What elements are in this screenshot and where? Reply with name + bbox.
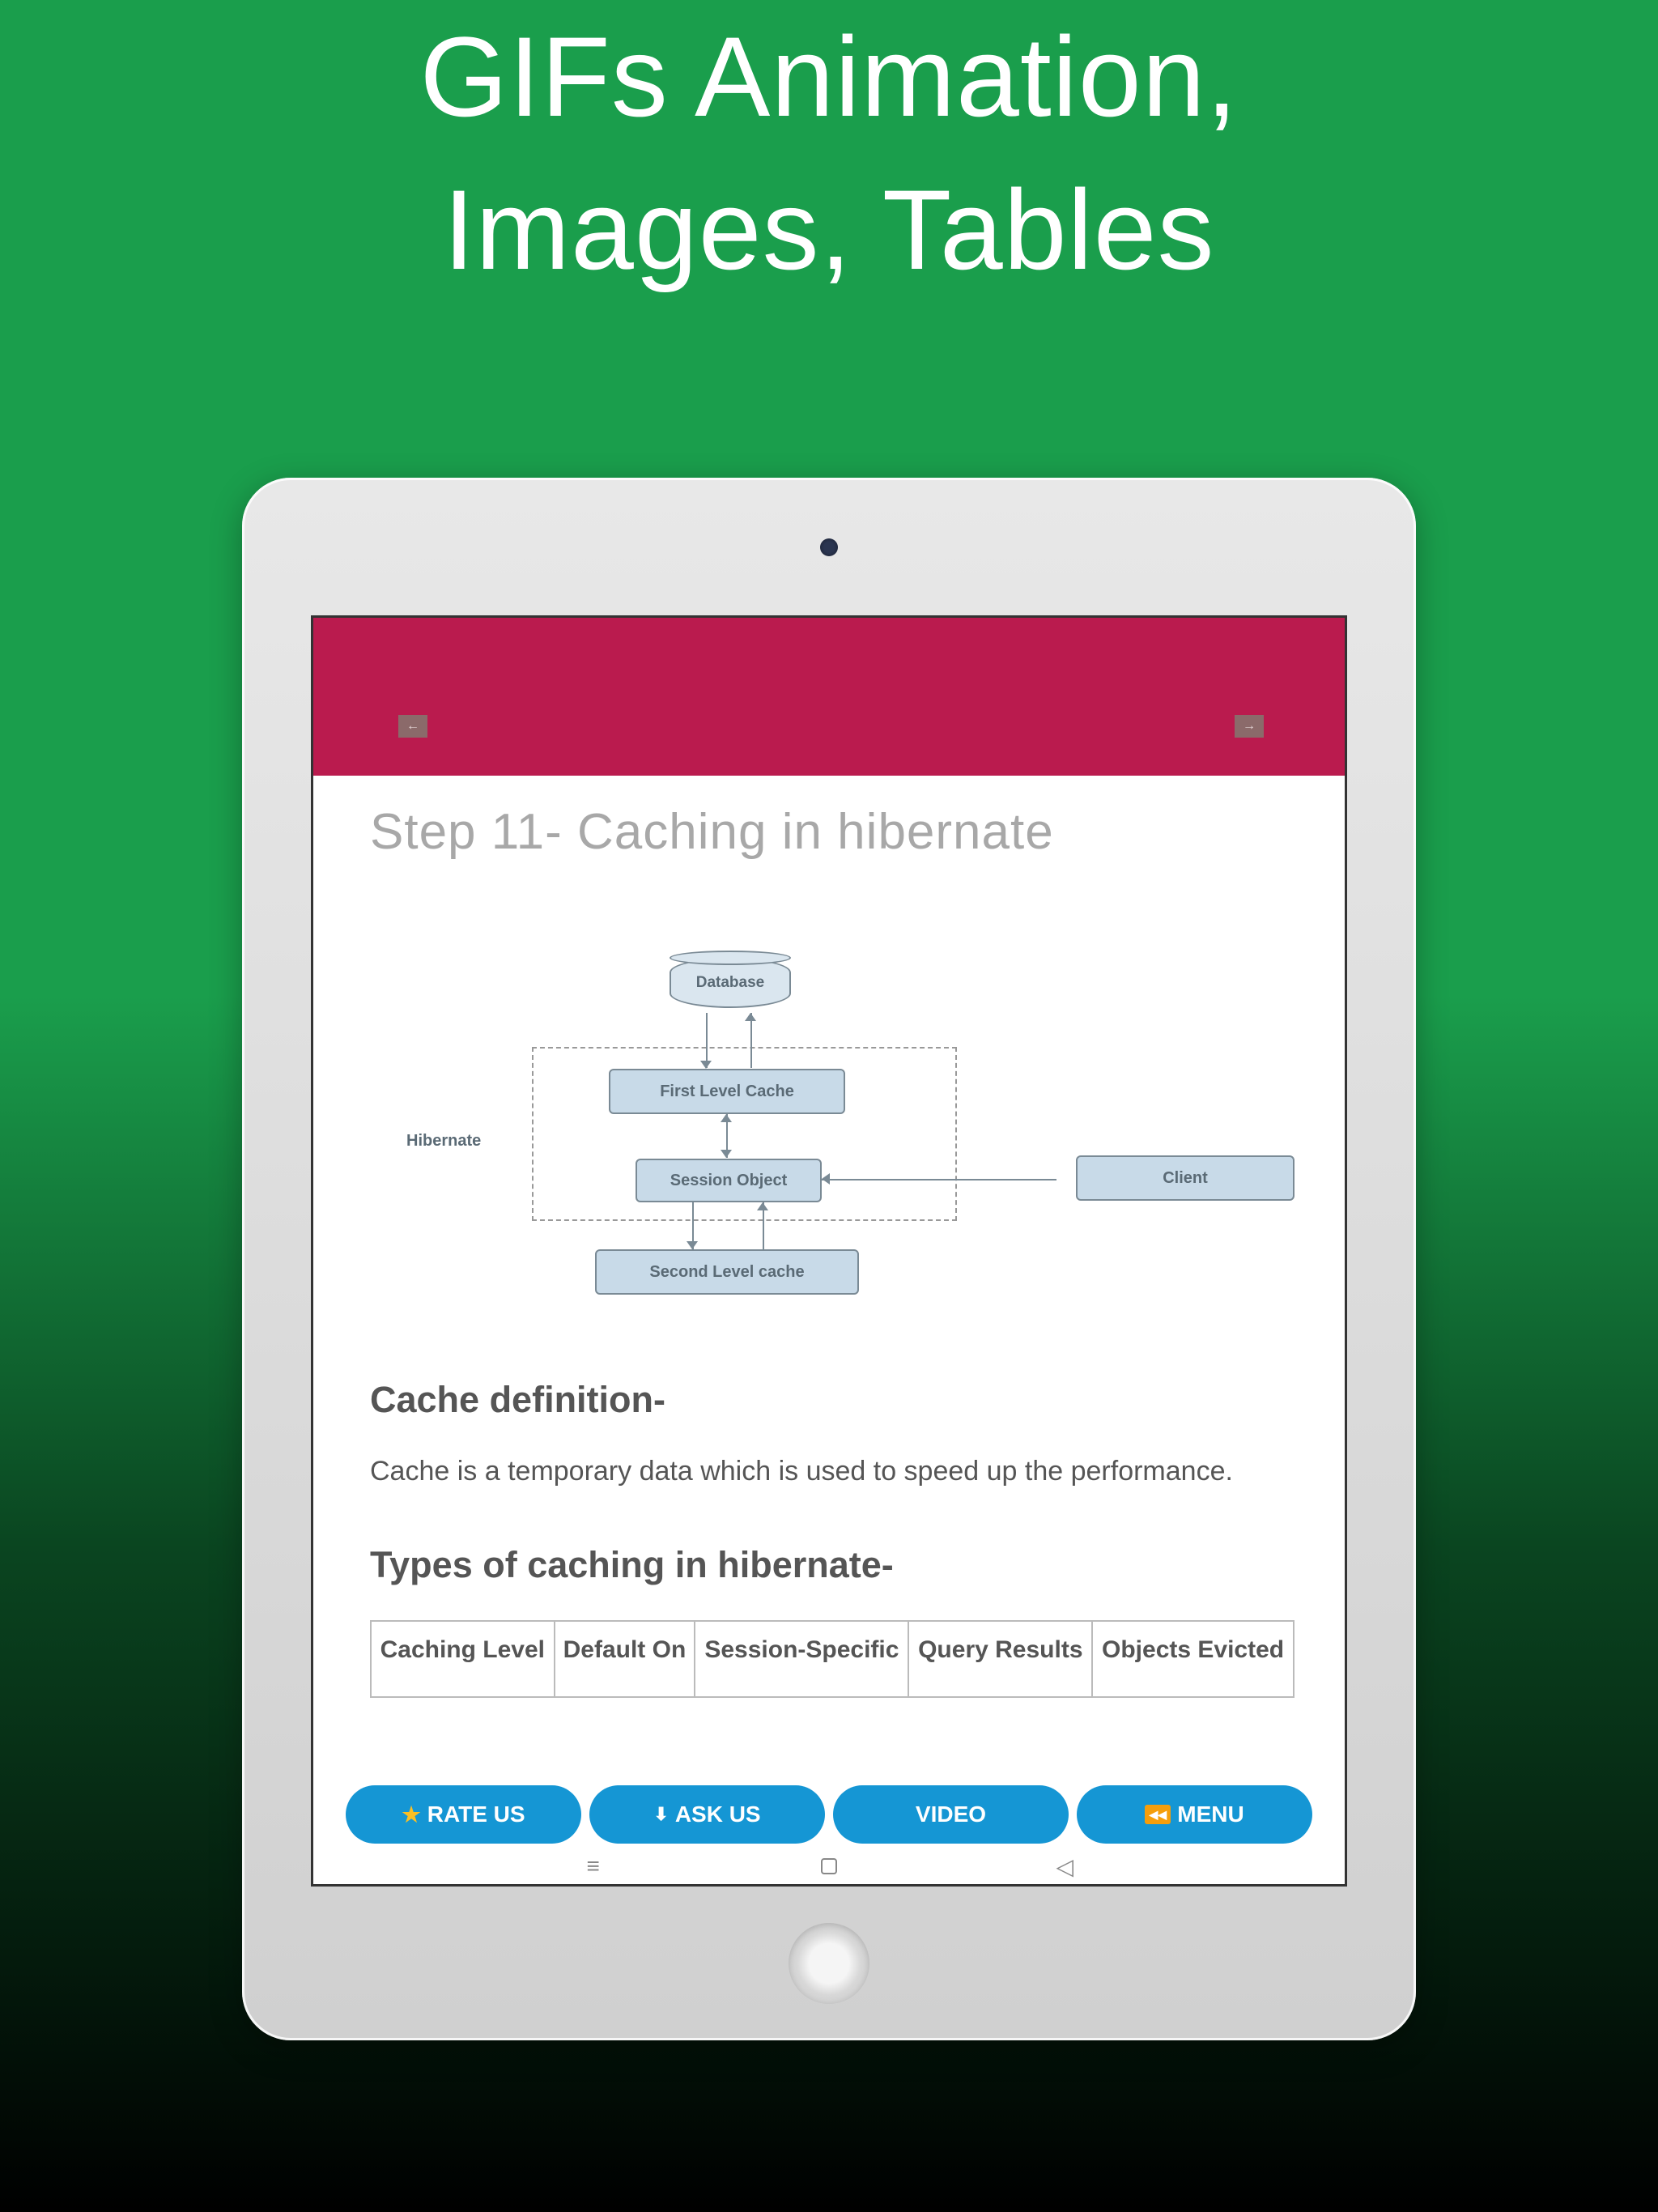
diagram-arrow bbox=[750, 1013, 752, 1068]
diagram-arrowhead bbox=[822, 1173, 830, 1185]
recent-apps-button[interactable]: ≡ bbox=[577, 1850, 610, 1882]
promo-title-line1: GIFs Animation, Images, Tables bbox=[420, 13, 1239, 293]
rate-us-label: RATE US bbox=[427, 1802, 525, 1827]
types-heading: Types of caching in hibernate- bbox=[370, 1542, 1295, 1588]
cache-definition-body: Cache is a temporary data which is used … bbox=[370, 1449, 1295, 1493]
page-title: Step 11- Caching in hibernate bbox=[370, 803, 1295, 861]
diagram-arrowhead bbox=[700, 1061, 712, 1069]
arrow-left-icon: ← bbox=[406, 719, 419, 734]
menu-button[interactable]: ◀◀ MENU bbox=[1077, 1785, 1312, 1844]
table-header: Session-Specific bbox=[695, 1621, 908, 1698]
diagram-arrow bbox=[822, 1179, 1056, 1180]
cache-table-wrap: Caching Level Default On Session-Specifi… bbox=[370, 1620, 1295, 1699]
diagram-session-object: Session Object bbox=[636, 1159, 822, 1202]
diagram-client: Client bbox=[1076, 1155, 1295, 1201]
triangle-back-icon: ◁ bbox=[1056, 1853, 1074, 1880]
diagram-arrowhead bbox=[757, 1202, 768, 1210]
table-header: Caching Level bbox=[371, 1621, 555, 1698]
caching-diagram: Hibernate Database First Level Cache Ses… bbox=[370, 958, 1295, 1330]
diagram-database: Database bbox=[670, 958, 791, 1015]
ask-us-button[interactable]: ⬇ ASK US bbox=[589, 1785, 825, 1844]
cache-table: Caching Level Default On Session-Specifi… bbox=[370, 1620, 1295, 1699]
hamburger-icon: ≡ bbox=[586, 1853, 599, 1879]
table-header-row: Caching Level Default On Session-Specifi… bbox=[371, 1621, 1294, 1698]
video-label: VIDEO bbox=[916, 1802, 986, 1827]
tablet-home-button[interactable] bbox=[789, 1923, 869, 2004]
diagram-arrowhead bbox=[721, 1150, 732, 1158]
rate-us-button[interactable]: ★ RATE US bbox=[346, 1785, 581, 1844]
app-content: Step 11- Caching in hibernate Hibernate … bbox=[313, 776, 1345, 1698]
nav-forward-button[interactable]: → bbox=[1235, 715, 1264, 738]
app-header: ← → bbox=[313, 618, 1345, 776]
system-nav-bar: ≡ ◁ bbox=[313, 1850, 1345, 1882]
diagram-second-level-cache: Second Level cache bbox=[595, 1249, 859, 1295]
diagram-first-level-cache: First Level Cache bbox=[609, 1069, 845, 1114]
diagram-arrowhead bbox=[687, 1241, 698, 1249]
menu-label: MENU bbox=[1177, 1802, 1244, 1827]
table-header: Default On bbox=[555, 1621, 695, 1698]
arrow-right-icon: → bbox=[1243, 719, 1256, 734]
download-icon: ⬇ bbox=[653, 1804, 668, 1825]
table-header: Query Results bbox=[908, 1621, 1092, 1698]
square-icon bbox=[821, 1858, 837, 1874]
nav-back-button[interactable]: ← bbox=[398, 715, 427, 738]
video-button[interactable]: VIDEO bbox=[833, 1785, 1069, 1844]
cache-definition-heading: Cache definition- bbox=[370, 1379, 1295, 1421]
diagram-hibernate-label: Hibernate bbox=[406, 1132, 481, 1151]
home-button[interactable] bbox=[813, 1850, 845, 1882]
promo-title: GIFs Animation, Images, Tables bbox=[0, 0, 1658, 306]
tablet-device: ← → Step 11- Caching in hibernate Hibern… bbox=[242, 478, 1416, 2040]
diagram-arrowhead bbox=[721, 1114, 732, 1122]
bottom-action-bar: ★ RATE US ⬇ ASK US VIDEO ◀◀ MENU bbox=[346, 1785, 1312, 1844]
tablet-camera bbox=[820, 538, 838, 556]
diagram-database-label: Database bbox=[670, 974, 791, 992]
diagram-arrowhead bbox=[745, 1013, 756, 1021]
ask-us-label: ASK US bbox=[675, 1802, 761, 1827]
star-icon: ★ bbox=[402, 1802, 420, 1827]
back-button[interactable]: ◁ bbox=[1048, 1850, 1081, 1882]
diagram-arrow bbox=[706, 1013, 708, 1068]
tablet-screen: ← → Step 11- Caching in hibernate Hibern… bbox=[311, 615, 1347, 1887]
menu-icon: ◀◀ bbox=[1145, 1805, 1171, 1824]
table-header: Objects Evicted bbox=[1092, 1621, 1294, 1698]
